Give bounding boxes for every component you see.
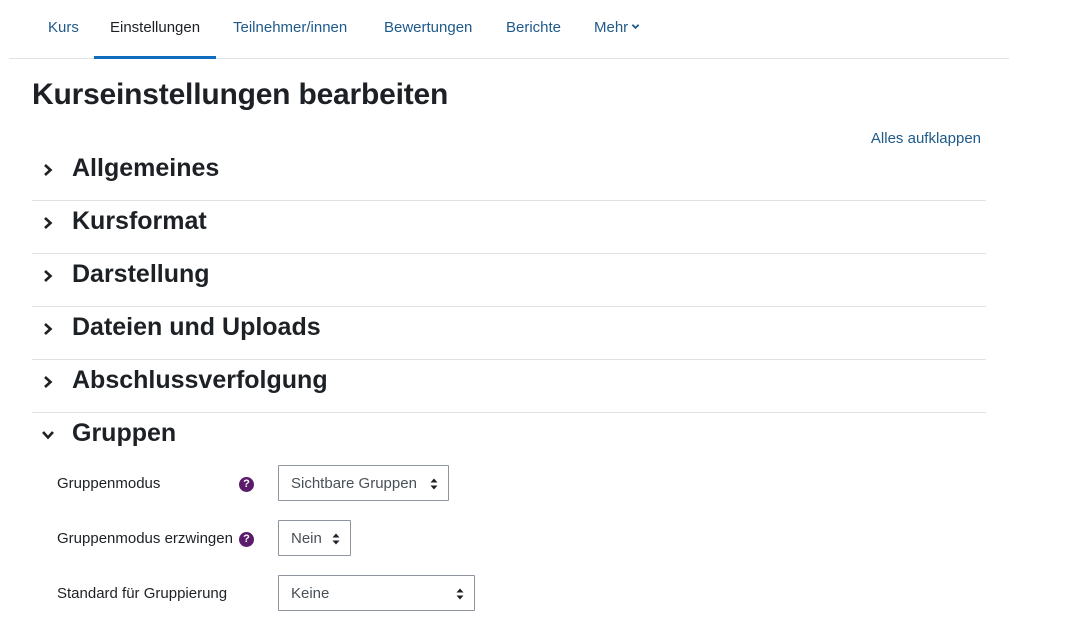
gruppenmodus-erzwingen-select[interactable]: Nein (278, 520, 351, 556)
section-abschlussverfolgung[interactable]: Abschlussverfolgung (32, 359, 986, 413)
section-dateien-uploads[interactable]: Dateien und Uploads (32, 306, 986, 360)
help-icon[interactable]: ? (239, 477, 254, 492)
section-title: Kursformat (72, 207, 207, 235)
gruppenmodus-label: Gruppenmodus (57, 475, 161, 492)
form-row-gruppenmodus: Gruppenmodus ? Sichtbare Gruppen (57, 465, 977, 505)
help-icon[interactable]: ? (239, 532, 254, 547)
chevron-down-icon (42, 431, 54, 440)
section-title: Allgemeines (72, 154, 220, 182)
section-darstellung[interactable]: Darstellung (32, 253, 986, 307)
tab-bewertungen[interactable]: Bewertungen (384, 0, 472, 58)
chevron-right-icon (44, 270, 53, 282)
chevron-right-icon (44, 323, 53, 335)
tab-berichte[interactable]: Berichte (506, 0, 561, 58)
select-value: Nein (291, 530, 322, 547)
section-allgemeines[interactable]: Allgemeines (32, 147, 986, 201)
tab-teilnehmer[interactable]: Teilnehmer/innen (233, 0, 347, 58)
section-title: Abschlussverfolgung (72, 366, 328, 394)
expand-all-link[interactable]: Alles aufklappen (871, 130, 981, 147)
form-row-gruppenmodus-erzwingen: Gruppenmodus erzwingen ? Nein (57, 520, 977, 560)
standard-gruppierung-label: Standard für Gruppierung (57, 585, 228, 602)
gruppenmodus-erzwingen-label: Gruppenmodus erzwingen (57, 530, 233, 547)
secondary-navigation: Kurs Einstellungen Teilnehmer/innen Bewe… (9, 0, 1009, 59)
gruppenmodus-select[interactable]: Sichtbare Gruppen (278, 465, 449, 501)
tab-kurs[interactable]: Kurs (48, 0, 79, 58)
section-title: Dateien und Uploads (72, 313, 321, 341)
tab-einstellungen[interactable]: Einstellungen (93, 0, 217, 59)
section-gruppen[interactable]: Gruppen (32, 412, 986, 465)
chevron-right-icon (44, 164, 53, 176)
select-value: Sichtbare Gruppen (291, 475, 417, 492)
page-title: Kurseinstellungen bearbeiten (32, 78, 449, 111)
tab-mehr-label: Mehr (594, 19, 629, 36)
chevron-down-icon (631, 23, 640, 29)
chevron-right-icon (44, 376, 53, 388)
form-row-standard-gruppierung: Standard für Gruppierung Keine (57, 575, 977, 615)
select-arrows-icon (332, 533, 340, 545)
select-arrows-icon (456, 588, 464, 600)
select-value: Keine (291, 585, 330, 602)
section-title: Gruppen (72, 419, 177, 447)
standard-gruppierung-select[interactable]: Keine (278, 575, 475, 611)
tab-mehr[interactable]: Mehr (594, 0, 640, 58)
section-kursformat[interactable]: Kursformat (32, 200, 986, 254)
section-title: Darstellung (72, 260, 210, 288)
chevron-right-icon (44, 217, 53, 229)
select-arrows-icon (430, 478, 438, 490)
